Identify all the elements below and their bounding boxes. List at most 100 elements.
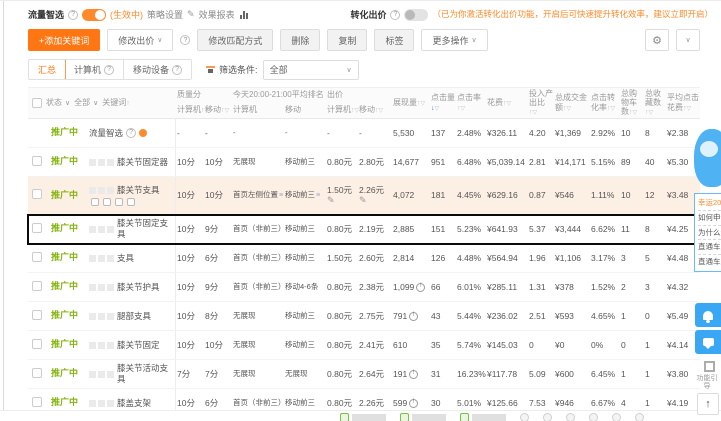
bid-mobile-header[interactable]: 移动↑▽	[358, 105, 392, 115]
ctr-header[interactable]: 点击率↑▽	[456, 93, 486, 112]
toolbar-mini-icon[interactable]	[635, 413, 644, 421]
keyword-text[interactable]: 膝关节护具	[117, 282, 160, 293]
table-row[interactable]: 推广中 腿部支具 10分 8分 无展现 移动前三 0.80元 2.75元 791…	[28, 302, 700, 331]
delete-button[interactable]: 删除	[280, 29, 321, 51]
toolbar-mini-icon[interactable]	[612, 413, 621, 421]
keyword-text[interactable]: 膝关节活动支具	[117, 363, 174, 384]
favorites-header[interactable]: 总收藏数↑▽	[644, 89, 666, 117]
keyword-hover-actions[interactable]	[89, 197, 174, 206]
rank-menu-icon[interactable]: ≡	[316, 192, 320, 199]
tab-mobile[interactable]: 移动设备?	[124, 60, 192, 79]
tab-summary[interactable]: 汇总	[29, 60, 67, 79]
bid-pc-header[interactable]: 计算机↑▽	[326, 105, 359, 115]
edit-pencil-icon[interactable]: ✎	[187, 9, 195, 20]
keyword-header[interactable]: 关键词↑	[102, 98, 130, 108]
smart-traffic-toggle[interactable]	[82, 8, 107, 21]
bar-chart-icon[interactable]	[239, 10, 248, 19]
cart-header[interactable]: 总购物车数↑▽	[620, 89, 644, 117]
back-to-top-button[interactable]: ↑	[697, 393, 719, 415]
filter-condition-select[interactable]: 全部 ∨	[262, 59, 359, 80]
status-header[interactable]: 状态 ∨	[46, 98, 70, 108]
roi-header[interactable]: 投入产出比↑▽	[528, 89, 554, 117]
impression-warning-icon[interactable]: !	[409, 369, 419, 379]
table-row[interactable]: 推广中 膝关节固定器 10分 10分 无展现 移动前三 0.80元 2.80元 …	[28, 148, 700, 177]
tag-button[interactable]: 标签	[374, 29, 415, 51]
row-checkbox[interactable]	[32, 251, 42, 262]
help-icon[interactable]: ?	[390, 9, 401, 20]
tab-pc[interactable]: 计算机?	[65, 60, 125, 79]
table-row[interactable]: 推广中 膝关节活动支具 7分 7分 无展现 无展现 0.80元 2.64元 19…	[28, 360, 700, 389]
quality-pc-header[interactable]: 计算机↑▽	[176, 105, 209, 115]
notification-button[interactable]	[695, 303, 721, 327]
keyword-text[interactable]: 流量智选	[89, 128, 123, 139]
effect-report-link[interactable]: 效果报表	[199, 8, 235, 21]
keyword-text[interactable]: 膝关节固定器	[117, 157, 168, 168]
keyword-text[interactable]: 膝关节支具	[117, 185, 160, 196]
row-checkbox[interactable]	[32, 309, 42, 320]
conversion-bid-toggle[interactable]	[404, 8, 429, 21]
row-checkbox[interactable]	[32, 222, 42, 233]
toolbar-mini-icon[interactable]	[520, 413, 529, 421]
table-row[interactable]: 推广中 膝关节支具 10分 10分 首页左侧位置≡ 移动前三≡ 1.50元✎ 2…	[28, 177, 700, 215]
add-keyword-button[interactable]: +添加关键词	[28, 29, 101, 51]
help-icon[interactable]: ?	[180, 35, 191, 45]
rank-mobile-header[interactable]: 移动	[284, 105, 326, 114]
help-link[interactable]: 直通车厂	[698, 240, 721, 255]
rank-menu-icon[interactable]: ≡	[279, 192, 283, 199]
edit-bid-icon[interactable]: ✎	[327, 195, 335, 205]
keyword-text[interactable]: 支具	[117, 253, 134, 264]
legend-checkbox-item[interactable]	[460, 413, 506, 421]
table-row[interactable]: 推广中 膝关节固定支具 10分 9分 首页（非前三） 移动前三 0.80元 2.…	[27, 214, 701, 245]
row-checkbox[interactable]	[32, 367, 42, 378]
help-link[interactable]: 为什么过日限	[698, 226, 721, 241]
message-button[interactable]	[695, 330, 721, 354]
help-link[interactable]: 如何申请图片功能	[698, 211, 721, 226]
keyword-text[interactable]: 膝关节固定	[117, 340, 160, 351]
select-all-checkbox[interactable]	[32, 97, 42, 108]
row-checkbox[interactable]	[32, 155, 42, 166]
checkbox-icon[interactable]	[460, 413, 469, 421]
feature-guide-label[interactable]: 功能引导	[696, 375, 718, 392]
help-icon[interactable]: ?	[68, 9, 79, 20]
table-row[interactable]: 推广中 膝关节护具 10分 9分 首页（非前三） 移动4-6条 0.80元 2.…	[28, 273, 700, 302]
row-checkbox[interactable]	[32, 396, 42, 407]
more-actions-dropdown[interactable]: 更多操作 ∨	[421, 29, 488, 51]
checkbox-icon[interactable]	[400, 413, 409, 421]
keyword-text[interactable]: 腿部支具	[117, 311, 151, 322]
impression-warning-icon[interactable]: !	[409, 398, 419, 408]
copy-button[interactable]: 复制	[327, 29, 368, 51]
rank-pc-header[interactable]: 计算机	[232, 105, 284, 114]
mascot-icon[interactable]	[694, 129, 721, 187]
avg-cpc-header[interactable]: 平均点击花费↑▽	[666, 93, 700, 112]
keyword-text[interactable]: 膝关节固定支具	[117, 218, 174, 239]
table-row[interactable]: 推广中 流量智选 ? - - - - - - 5,530 137 2.48% ¥…	[28, 119, 700, 148]
legend-checkbox-item[interactable]	[340, 413, 386, 421]
row-checkbox[interactable]	[32, 338, 42, 349]
keyword-text[interactable]: 膝盖支架	[117, 398, 151, 409]
toolbar-mini-icon[interactable]	[543, 413, 552, 421]
legend-checkbox-item[interactable]	[400, 413, 446, 421]
impressions-header[interactable]: 展现量↑▽	[392, 98, 430, 108]
table-row[interactable]: 推广中 支具 10分 6分 首页（非前三） 移动前三 1.50元 2.60元 2…	[28, 244, 700, 273]
strategy-settings-link[interactable]: 策略设置	[147, 8, 183, 21]
table-row[interactable]: 推广中 膝关节固定 10分 10分 无展现 移动前三 0.80元 2.41元 6…	[28, 331, 700, 360]
smart-traffic-info-icon[interactable]: ?	[126, 128, 137, 138]
toolbar-mini-icon[interactable]	[589, 413, 598, 421]
checkbox-icon[interactable]	[340, 413, 349, 421]
clicks-header[interactable]: 点击量↓▽	[430, 93, 456, 112]
status-filter-all[interactable]: 全部 ∨	[74, 98, 98, 108]
impression-warning-icon[interactable]: !	[416, 282, 426, 292]
help-link[interactable]: 直通车广计划	[698, 255, 721, 269]
apps-grid-icon[interactable]	[704, 361, 715, 372]
cost-header[interactable]: 花费↑▽	[486, 98, 528, 108]
help-link[interactable]: 幸运20	[698, 196, 721, 211]
toolbar-mini-icon[interactable]	[566, 413, 575, 421]
edit-bid-icon[interactable]: ✎	[359, 195, 367, 205]
modify-match-button[interactable]: 修改匹配方式	[197, 29, 274, 51]
quality-mobile-header[interactable]: 移动↑▽	[204, 105, 232, 115]
modify-bid-dropdown[interactable]: 修改出价 ∨	[107, 29, 174, 51]
gear-icon[interactable]: ⚙	[645, 29, 669, 51]
impression-warning-icon[interactable]: !	[409, 311, 419, 321]
row-checkbox[interactable]	[32, 189, 42, 200]
gmv-header[interactable]: 总成交金额↑▽	[554, 93, 590, 112]
